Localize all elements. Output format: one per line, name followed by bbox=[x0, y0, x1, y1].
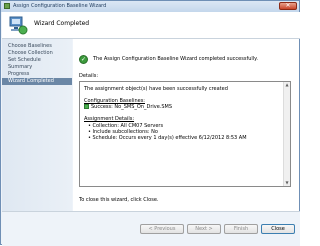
details-line-created: The assignment object(s) have been succe… bbox=[84, 86, 228, 92]
success-icon bbox=[84, 104, 89, 109]
details-assignment-schedule: • Schedule: Occurs every 1 day(s) effect… bbox=[88, 135, 247, 141]
wizard-nav: Choose Baselines Choose Collection Set S… bbox=[2, 39, 72, 211]
app-icon bbox=[4, 3, 10, 9]
details-label: Details: bbox=[79, 73, 99, 79]
wizard-window: Assign Configuration Baseline Wizard ✕ W… bbox=[0, 0, 300, 246]
details-baseline-item: Success: No_SMS_On_Drive.SMS bbox=[84, 104, 172, 110]
nav-item-choose-collection[interactable]: Choose Collection bbox=[2, 50, 72, 57]
wizard-computer-icon bbox=[9, 16, 28, 35]
next-button[interactable]: Next > bbox=[187, 224, 221, 234]
button-bar: < Previous Next > Finish Close bbox=[2, 211, 300, 246]
previous-button[interactable]: < Previous bbox=[140, 224, 184, 234]
scroll-up-arrow-icon[interactable]: ▲ bbox=[284, 82, 290, 88]
title-bar: Assign Configuration Baseline Wizard ✕ bbox=[1, 1, 299, 12]
scroll-down-arrow-icon[interactable]: ▼ bbox=[284, 180, 290, 186]
window-close-button[interactable]: ✕ bbox=[279, 2, 297, 10]
wizard-header: Wizard Completed bbox=[2, 12, 300, 39]
close-hint: To close this wizard, click Close. bbox=[79, 197, 159, 203]
details-baseline-text: Success: No_SMS_On_Drive.SMS bbox=[91, 104, 173, 110]
content-panel: ✓ The Assign Configuration Baseline Wiza… bbox=[73, 39, 299, 211]
details-scrollbar[interactable]: ▲ ▼ bbox=[283, 82, 290, 186]
close-button[interactable]: Close bbox=[261, 224, 295, 234]
success-check-icon: ✓ bbox=[79, 55, 88, 64]
nav-item-progress[interactable]: Progress bbox=[2, 71, 72, 78]
details-assignment-heading: Assignment Details: bbox=[84, 116, 135, 122]
status-text: The Assign Configuration Baseline Wizard… bbox=[93, 56, 258, 62]
nav-item-choose-baselines[interactable]: Choose Baselines bbox=[2, 43, 72, 50]
nav-item-set-schedule[interactable]: Set Schedule bbox=[2, 57, 72, 64]
finish-button[interactable]: Finish bbox=[224, 224, 258, 234]
window-title: Assign Configuration Baseline Wizard bbox=[13, 3, 107, 9]
page-title: Wizard Completed bbox=[34, 20, 90, 27]
details-box[interactable]: The assignment object(s) have been succe… bbox=[79, 81, 291, 187]
nav-item-wizard-completed[interactable]: Wizard Completed bbox=[2, 78, 72, 85]
nav-item-summary[interactable]: Summary bbox=[2, 64, 72, 71]
